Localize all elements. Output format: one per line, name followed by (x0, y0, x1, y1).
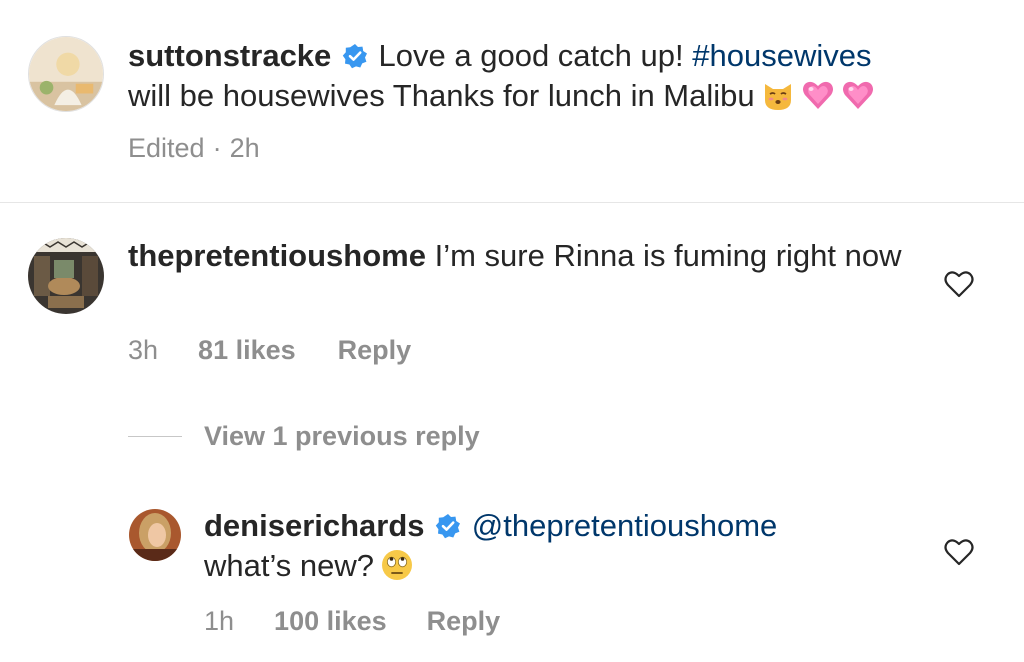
verified-badge-icon (435, 513, 461, 539)
edited-label: Edited (128, 133, 205, 163)
divider-line (128, 436, 182, 437)
likes-count[interactable]: 100 likes (274, 605, 387, 637)
verified-badge-icon (342, 43, 368, 69)
username[interactable]: suttonstracke (128, 38, 331, 73)
view-replies-label[interactable]: View 1 previous reply (204, 421, 480, 452)
hashtag-link[interactable]: #housewives (692, 38, 871, 73)
username[interactable]: thepretentioushome (128, 238, 426, 273)
avatar[interactable] (28, 238, 104, 314)
comment-meta: 3h 81 likes Reply (128, 334, 411, 366)
timestamp: 3h (128, 335, 159, 365)
username[interactable]: deniserichards (204, 508, 425, 543)
kissing-cat-emoji-icon (761, 78, 795, 112)
pink-heart-emoji-icon (841, 78, 875, 112)
reply-button[interactable]: Reply (338, 334, 412, 366)
reply-meta: 1h 100 likes Reply (204, 605, 500, 637)
avatar-image (29, 37, 103, 111)
like-heart-icon[interactable] (944, 270, 974, 298)
timestamp: 2h (229, 133, 260, 163)
reply-body: what’s new? (204, 548, 375, 583)
avatar-image (129, 509, 181, 561)
reply-text: deniserichards @thepretentioushome what’… (204, 506, 924, 586)
avatar-image (28, 238, 104, 314)
like-heart-icon[interactable] (944, 538, 974, 566)
timestamp: 1h (204, 606, 235, 636)
pink-heart-emoji-icon (801, 78, 835, 112)
caption-body: Love a good catch up! (378, 38, 693, 73)
mention-link[interactable]: @thepretentioushome (472, 508, 778, 543)
post-caption: suttonstracke Love a good catch up! #hou… (0, 0, 1024, 203)
likes-count[interactable]: 81 likes (198, 334, 296, 366)
caption-body-continued: will be housewives Thanks for lunch in M… (128, 78, 755, 113)
caption-text: suttonstracke Love a good catch up! #hou… (128, 36, 988, 116)
reply-button[interactable]: Reply (427, 605, 501, 637)
view-previous-replies[interactable]: View 1 previous reply (128, 421, 480, 452)
comment-text: thepretentioushome I’m sure Rinna is fum… (128, 236, 908, 276)
caption-meta: Edited · 2h (128, 132, 260, 164)
comment-body: I’m sure Rinna is fuming right now (434, 238, 902, 273)
avatar[interactable] (129, 509, 181, 561)
rolling-eyes-emoji-icon (380, 548, 414, 582)
meta-separator: · (212, 133, 222, 163)
avatar[interactable] (28, 36, 104, 112)
